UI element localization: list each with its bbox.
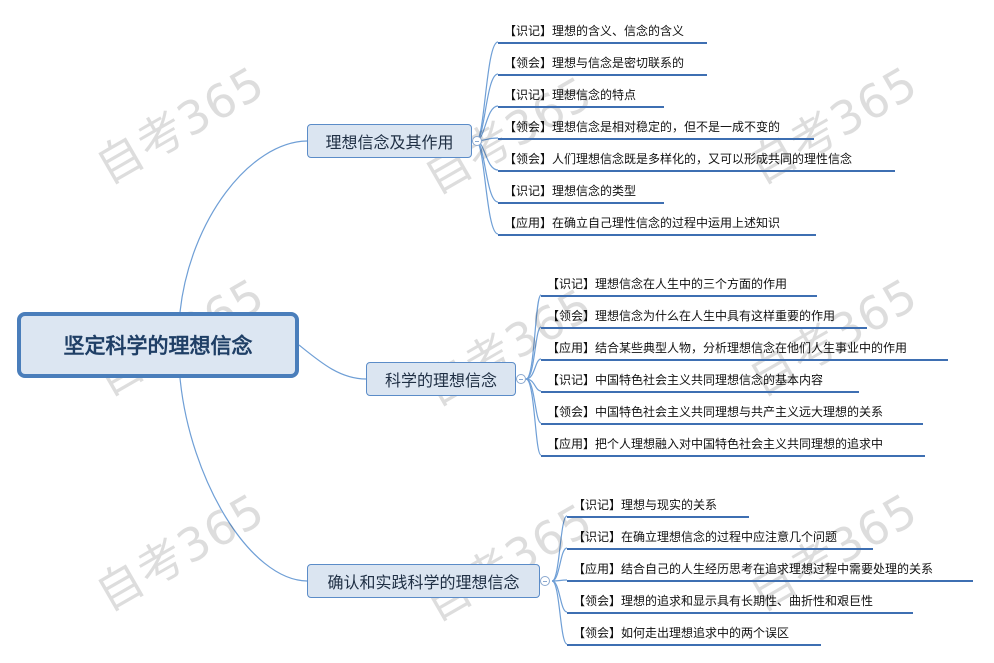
- branch-topic-ideal-belief-role[interactable]: 理想信念及其作用: [307, 124, 472, 158]
- leaf-topic[interactable]: 【领会】理想信念为什么在人生中具有这样重要的作用: [541, 307, 867, 329]
- leaf-topic[interactable]: 【领会】中国特色社会主义共同理想与共产主义远大理想的关系: [541, 403, 923, 425]
- leaf-topic[interactable]: 【识记】理想与现实的关系: [567, 496, 749, 518]
- collapse-icon[interactable]: [472, 136, 482, 146]
- leaf-topic[interactable]: 【识记】理想信念在人生中的三个方面的作用: [541, 275, 817, 297]
- root-topic[interactable]: 坚定科学的理想信念: [17, 312, 299, 378]
- leaf-topic[interactable]: 【识记】理想的含义、信念的含义: [498, 22, 707, 44]
- branch-topic-scientific-ideal[interactable]: 科学的理想信念: [366, 362, 516, 396]
- leaf-topic[interactable]: 【领会】理想的追求和显示具有长期性、曲折性和艰巨性: [567, 592, 913, 614]
- leaf-topic[interactable]: 【应用】结合自己的人生经历思考在追求理想过程中需要处理的关系: [567, 560, 973, 582]
- leaf-topic[interactable]: 【识记】理想信念的特点: [498, 86, 664, 108]
- leaf-topic[interactable]: 【识记】理想信念的类型: [498, 182, 664, 204]
- collapse-icon[interactable]: [516, 374, 526, 384]
- leaf-topic[interactable]: 【领会】理想信念是相对稳定的，但不是一成不变的: [498, 118, 814, 140]
- leaf-topic[interactable]: 【识记】在确立理想信念的过程中应注意几个问题: [567, 528, 873, 550]
- leaf-topic[interactable]: 【应用】把个人理想融入对中国特色社会主义共同理想的追求中: [541, 435, 925, 457]
- leaf-topic[interactable]: 【领会】理想与信念是密切联系的: [498, 54, 707, 76]
- leaf-topic[interactable]: 【领会】如何走出理想追求中的两个误区: [567, 624, 821, 646]
- leaf-topic[interactable]: 【识记】中国特色社会主义共同理想信念的基本内容: [541, 371, 859, 393]
- leaf-topic[interactable]: 【应用】在确立自己理性信念的过程中运用上述知识: [498, 214, 816, 236]
- collapse-icon[interactable]: [540, 576, 550, 586]
- leaf-topic[interactable]: 【应用】结合某些典型人物，分析理想信念在他们人生事业中的作用: [541, 339, 948, 361]
- leaf-topic[interactable]: 【领会】人们理想信念既是多样化的，又可以形成共同的理性信念: [498, 150, 895, 172]
- branch-topic-confirm-practice[interactable]: 确认和实践科学的理想信念: [307, 564, 540, 598]
